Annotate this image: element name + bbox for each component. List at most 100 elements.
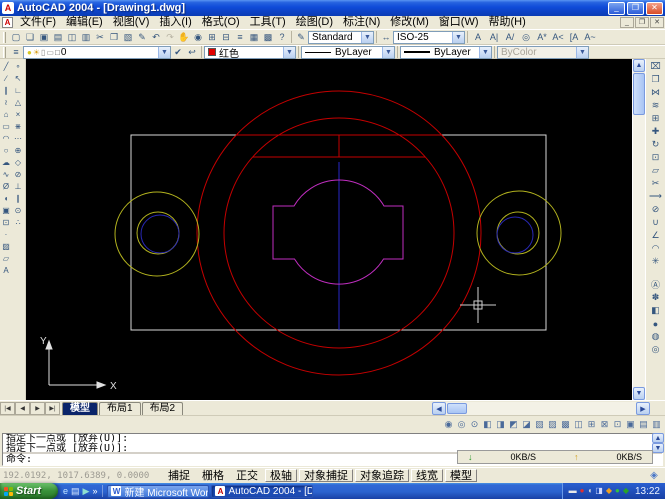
lineweight-combo[interactable]: ByLayer ▼: [400, 46, 492, 59]
snap-extension-icon[interactable]: ⋯: [13, 132, 24, 144]
toggle-osnap[interactable]: 对象捕捉: [299, 469, 353, 482]
polyline-icon[interactable]: ≀: [1, 96, 12, 108]
multiline-icon[interactable]: ∥: [1, 84, 12, 96]
3d-sphere-icon[interactable]: ●: [648, 317, 664, 330]
menu-edit[interactable]: 编辑(E): [61, 16, 108, 29]
tray-shield-green-icon[interactable]: ◆: [623, 486, 629, 496]
spline-icon[interactable]: ∿: [1, 168, 12, 180]
point-icon[interactable]: ·: [1, 228, 12, 240]
trim-icon[interactable]: ✂: [648, 177, 664, 190]
snap-from-icon[interactable]: ↖: [13, 72, 24, 84]
zoom-window-icon[interactable]: ⊞: [205, 31, 219, 44]
snap-intersection-icon[interactable]: ×: [13, 108, 24, 120]
shell-icon[interactable]: ▤: [637, 417, 650, 431]
toolbar-grip[interactable]: [3, 47, 6, 58]
tray-volume-icon[interactable]: ◖: [587, 486, 592, 496]
linetype-combo[interactable]: ByLayer ▼: [301, 46, 395, 59]
region-tool-icon[interactable]: ✽: [648, 291, 664, 304]
hatch-icon[interactable]: ▨: [1, 240, 12, 252]
ie-quicklaunch-icon[interactable]: e: [63, 485, 68, 497]
zoom-previous-icon[interactable]: ⊟: [219, 31, 233, 44]
show-desktop-icon[interactable]: ▤: [71, 485, 80, 497]
drawing-horizontal-scrollbar[interactable]: ◀ ▶: [432, 402, 650, 415]
check-icon[interactable]: ▥: [650, 417, 663, 431]
tray-ime-icon[interactable]: ◨: [595, 486, 603, 496]
snap-quadrant-icon[interactable]: ◇: [13, 156, 24, 168]
scale-text-icon[interactable]: A<: [550, 31, 566, 44]
menu-help[interactable]: 帮助(H): [484, 16, 531, 29]
designcenter-icon[interactable]: ▦: [247, 31, 261, 44]
layer-combo[interactable]: ●☀▯▭□ 0 ▼: [23, 46, 171, 59]
move-faces-icon[interactable]: ◨: [494, 417, 507, 431]
array-icon[interactable]: ⊞: [648, 112, 664, 125]
quicklaunch-overflow-chevron[interactable]: »: [92, 485, 97, 497]
move-icon[interactable]: ✚: [648, 125, 664, 138]
restore-button[interactable]: ❐: [627, 2, 644, 15]
explode-icon[interactable]: ✳: [648, 255, 664, 268]
vertical-scroll-thumb[interactable]: [633, 73, 645, 115]
3d-box-icon[interactable]: ◧: [648, 304, 664, 317]
tab-nav-first[interactable]: |◀: [0, 402, 15, 415]
fillet-icon[interactable]: ◠: [648, 242, 664, 255]
text-style-combo[interactable]: Standard ▼: [308, 31, 374, 44]
cut-icon[interactable]: ✂: [93, 31, 107, 44]
undo-icon[interactable]: ↶: [149, 31, 163, 44]
break-at-point-icon[interactable]: ⊘: [648, 203, 664, 216]
drawing-canvas[interactable]: YX: [25, 59, 632, 400]
make-object-layer-current-icon[interactable]: ✔: [171, 46, 185, 59]
new-icon[interactable]: ▢: [9, 31, 23, 44]
clean-icon[interactable]: ▣: [624, 417, 637, 431]
text-style-manager-icon[interactable]: ✎: [294, 31, 308, 44]
circle-icon[interactable]: ○: [1, 144, 12, 156]
tab-model[interactable]: 模型: [62, 402, 98, 415]
tab-nav-last[interactable]: ▶|: [45, 402, 60, 415]
mtext-icon[interactable]: A: [470, 31, 486, 44]
help-icon[interactable]: ?: [275, 31, 289, 44]
insert-block-icon[interactable]: ▣: [1, 204, 12, 216]
child-restore-button[interactable]: ❐: [635, 17, 649, 28]
toggle-grid[interactable]: 栅格: [197, 469, 229, 482]
menu-modify[interactable]: 修改(M): [385, 16, 434, 29]
minimize-button[interactable]: _: [608, 2, 625, 15]
command-scrollbar[interactable]: ▲ ▼: [652, 433, 664, 453]
rotate-icon[interactable]: ↻: [648, 138, 664, 151]
properties-icon[interactable]: ≡: [233, 31, 247, 44]
menu-tools[interactable]: 工具(T): [245, 16, 291, 29]
menu-file[interactable]: 文件(F): [15, 16, 61, 29]
snap-apparent-intersection-icon[interactable]: ⋇: [13, 120, 24, 132]
scroll-down-icon[interactable]: ▼: [633, 387, 645, 400]
subtract-icon[interactable]: ◎: [455, 417, 468, 431]
menu-format[interactable]: 格式(O): [197, 16, 245, 29]
copy-icon[interactable]: ❐: [107, 31, 121, 44]
ellipse-icon[interactable]: Ø: [1, 180, 12, 192]
scroll-down-icon[interactable]: ▼: [652, 443, 664, 453]
single-line-text-icon[interactable]: A|: [486, 31, 502, 44]
snap-center-icon[interactable]: ⊕: [13, 144, 24, 156]
snap-midpoint-icon[interactable]: △: [13, 96, 24, 108]
zoom-realtime-icon[interactable]: ◉: [191, 31, 205, 44]
text-style-icon[interactable]: A*: [534, 31, 550, 44]
match-properties-icon[interactable]: ✎: [135, 31, 149, 44]
close-button[interactable]: ✕: [646, 2, 663, 15]
convert-text-icon[interactable]: A~: [582, 31, 598, 44]
toggle-snap[interactable]: 捕捉: [163, 469, 195, 482]
drawing-vertical-scrollbar[interactable]: ▲ ▼: [632, 59, 645, 400]
media-player-icon[interactable]: ▶: [83, 485, 90, 497]
tool-palettes-icon[interactable]: ▩: [261, 31, 275, 44]
polygon-icon[interactable]: ⌂: [1, 108, 12, 120]
imprint-icon[interactable]: ⊡: [611, 417, 624, 431]
layer-previous-icon[interactable]: ↩: [185, 46, 199, 59]
taskbar-clock[interactable]: 13:22: [635, 486, 660, 497]
tray-update-icon[interactable]: ●: [615, 486, 620, 496]
menu-view[interactable]: 视图(V): [108, 16, 155, 29]
save-icon[interactable]: ▣: [37, 31, 51, 44]
snap-tangent-icon[interactable]: ⊘: [13, 168, 24, 180]
copy-object-icon[interactable]: ❐: [648, 73, 664, 86]
tray-shield-orange-icon[interactable]: ◆: [606, 486, 612, 496]
menu-draw[interactable]: 绘图(D): [291, 16, 338, 29]
tab-layout1[interactable]: 布局1: [99, 402, 141, 415]
3d-torus-icon[interactable]: ◎: [648, 343, 664, 356]
temporary-track-point-icon[interactable]: ∘: [13, 60, 24, 72]
extend-icon[interactable]: ⟶: [648, 190, 664, 203]
copy-edges-icon[interactable]: ⊞: [585, 417, 598, 431]
